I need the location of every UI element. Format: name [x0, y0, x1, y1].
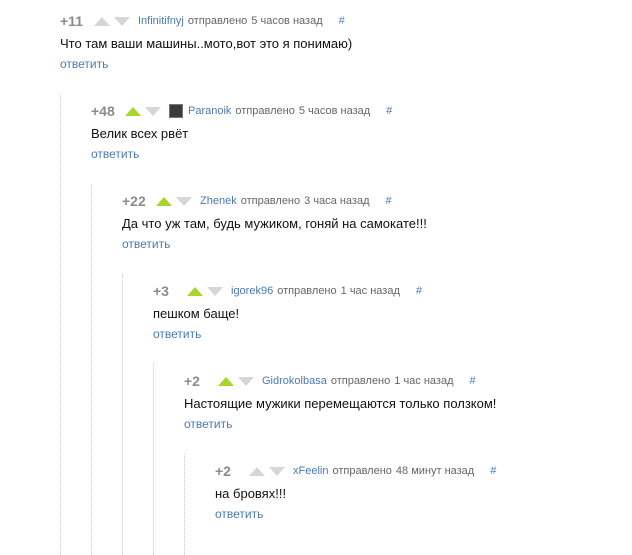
sent-label: отправлено: [330, 375, 391, 387]
downvote-icon[interactable]: [145, 106, 161, 116]
comment-permalink[interactable]: #: [386, 105, 392, 117]
comment-rating: +22: [122, 193, 146, 209]
comment-rating: +3: [153, 283, 169, 299]
comment-time: 1 час назад: [394, 375, 454, 387]
comment-time: 5 часов назад: [298, 105, 371, 117]
sent-label: отправлено: [187, 15, 248, 27]
comment-author[interactable]: Paranoik: [188, 105, 231, 117]
reply-link[interactable]: ответить: [122, 237, 170, 251]
comment-author[interactable]: Infinitifnyj: [138, 15, 184, 27]
thread-line: [60, 94, 61, 555]
upvote-icon[interactable]: [187, 286, 203, 296]
comment-meta: +48 Paranoik отправлено 5 часов назад #: [91, 102, 392, 120]
reply-link[interactable]: ответить: [91, 147, 139, 161]
comment-time: 5 часов назад: [251, 15, 323, 27]
comment-author[interactable]: Gidrokolbasa: [262, 375, 327, 387]
comment: +11 Infinitifnyj отправлено 5 часов наза…: [60, 12, 352, 73]
downvote-icon[interactable]: [207, 286, 223, 296]
reply-link[interactable]: ответить: [153, 327, 201, 341]
comment-permalink[interactable]: #: [490, 465, 496, 477]
comment-text: Велик всех рвёт: [91, 126, 189, 141]
comment: +2 Gidrokolbasa отправлено 1 час назад #…: [184, 372, 496, 433]
reply-link[interactable]: ответить: [215, 507, 263, 521]
reply-link[interactable]: ответить: [60, 57, 108, 71]
comment-permalink[interactable]: #: [470, 375, 476, 387]
comment-rating: +11: [60, 13, 83, 29]
thread-line: [91, 184, 92, 555]
downvote-icon[interactable]: [176, 196, 192, 206]
reply-link[interactable]: ответить: [184, 417, 232, 431]
comment-author[interactable]: igorek96: [231, 285, 273, 297]
comment-author[interactable]: Zhenek: [200, 195, 237, 207]
comment-author[interactable]: xFeelin: [293, 465, 328, 477]
upvote-icon[interactable]: [249, 466, 265, 476]
comment-meta: +22 Zhenek отправлено 3 часа назад #: [122, 192, 427, 210]
comment: +48 Paranoik отправлено 5 часов назад # …: [91, 102, 392, 163]
thread-line: [122, 274, 123, 555]
comment-text: пешком баще!: [153, 306, 240, 321]
comment-text: на бровях!!!: [215, 486, 287, 501]
comment: +2 xFeelin отправлено 48 минут назад # н…: [215, 462, 496, 523]
comment-permalink[interactable]: #: [386, 195, 392, 207]
comment-time: 48 минут назад: [395, 465, 475, 477]
comment-meta: +2 Gidrokolbasa отправлено 1 час назад #: [184, 372, 496, 390]
sent-label: отправлено: [332, 465, 392, 477]
comment-meta: +3 igorek96 отправлено 1 час назад #: [153, 282, 422, 300]
comment-permalink[interactable]: #: [416, 285, 422, 297]
upvote-icon[interactable]: [94, 16, 110, 26]
comment-text: Что там ваши машины..мото,вот это я пони…: [60, 36, 353, 51]
upvote-icon[interactable]: [156, 196, 172, 206]
comment-rating: +2: [215, 463, 231, 479]
comment-time: 1 час назад: [340, 285, 400, 297]
thread-line: [153, 364, 154, 555]
downvote-icon[interactable]: [269, 466, 285, 476]
comment-meta: +11 Infinitifnyj отправлено 5 часов наза…: [60, 12, 352, 30]
comment-text: Настоящие мужики перемещаются только пол…: [184, 396, 497, 411]
comment-text: Да что уж там, будь мужиком, гоняй на са…: [122, 216, 427, 231]
comment: +22 Zhenek отправлено 3 часа назад # Да …: [122, 192, 427, 253]
sent-label: отправлено: [240, 195, 301, 207]
downvote-icon[interactable]: [114, 16, 130, 26]
comment-meta: +2 xFeelin отправлено 48 минут назад #: [215, 462, 496, 480]
downvote-icon[interactable]: [238, 376, 254, 386]
comment-rating: +48: [91, 103, 115, 119]
avatar: [169, 104, 183, 118]
sent-label: отправлено: [235, 105, 295, 117]
upvote-icon[interactable]: [125, 106, 141, 116]
comment-time: 3 часа назад: [304, 195, 370, 207]
comment: +3 igorek96 отправлено 1 час назад # пеш…: [153, 282, 422, 343]
thread-line: [184, 454, 185, 555]
upvote-icon[interactable]: [218, 376, 234, 386]
comment-permalink[interactable]: #: [339, 15, 345, 27]
sent-label: отправлено: [277, 285, 337, 297]
comment-rating: +2: [184, 373, 200, 389]
